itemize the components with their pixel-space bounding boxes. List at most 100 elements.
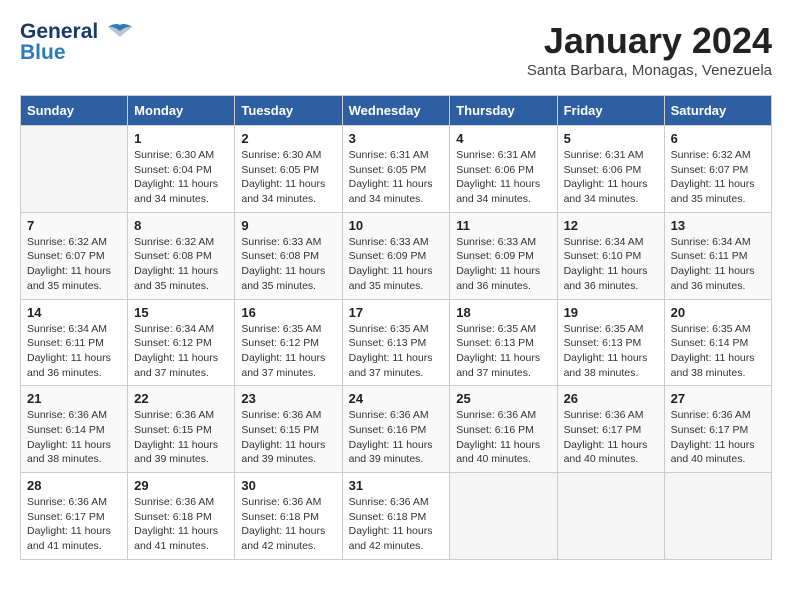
- day-cell: [450, 473, 557, 560]
- day-number: 22: [134, 391, 228, 406]
- day-info: Sunrise: 6:32 AM Sunset: 6:07 PM Dayligh…: [671, 148, 765, 207]
- day-cell: 21 Sunrise: 6:36 AM Sunset: 6:14 PM Dayli…: [21, 386, 128, 473]
- day-number: 31: [349, 478, 444, 493]
- day-info: Sunrise: 6:36 AM Sunset: 6:18 PM Dayligh…: [134, 495, 228, 554]
- day-number: 11: [456, 218, 550, 233]
- day-number: 25: [456, 391, 550, 406]
- day-number: 21: [27, 391, 121, 406]
- day-info: Sunrise: 6:31 AM Sunset: 6:06 PM Dayligh…: [456, 148, 550, 207]
- day-cell: 26Sunrise: 6:36 AM Sunset: 6:17 PM Dayli…: [557, 386, 664, 473]
- day-info: Sunrise: 6:34 AM Sunset: 6:12 PM Dayligh…: [134, 322, 228, 381]
- day-info: Sunrise: 6:30 AM Sunset: 6:04 PM Dayligh…: [134, 148, 228, 207]
- day-info: Sunrise: 6:34 AM Sunset: 6:11 PM Dayligh…: [671, 235, 765, 294]
- day-number: 5: [564, 131, 658, 146]
- day-number: 30: [241, 478, 335, 493]
- day-number: 8: [134, 218, 228, 233]
- day-cell: 6Sunrise: 6:32 AM Sunset: 6:07 PM Daylig…: [664, 126, 771, 213]
- header-saturday: Saturday: [664, 96, 771, 126]
- day-cell: 17 Sunrise: 6:35 AM Sunset: 6:13 PM Dayli…: [342, 299, 450, 386]
- day-cell: 27 Sunrise: 6:36 AM Sunset: 6:17 PM Dayli…: [664, 386, 771, 473]
- day-cell: 31 Sunrise: 6:36 AM Sunset: 6:18 PM Dayli…: [342, 473, 450, 560]
- day-cell: 16 Sunrise: 6:35 AM Sunset: 6:12 PM Dayli…: [235, 299, 342, 386]
- day-cell: 5 Sunrise: 6:31 AM Sunset: 6:06 PM Daylig…: [557, 126, 664, 213]
- day-cell: 7Sunrise: 6:32 AM Sunset: 6:07 PM Daylig…: [21, 212, 128, 299]
- bird-icon: [106, 23, 134, 41]
- day-info: Sunrise: 6:36 AM Sunset: 6:16 PM Dayligh…: [349, 408, 444, 467]
- day-info: Sunrise: 6:35 AM Sunset: 6:14 PM Dayligh…: [671, 322, 765, 381]
- day-info: Sunrise: 6:36 AM Sunset: 6:15 PM Dayligh…: [241, 408, 335, 467]
- day-cell: 18 Sunrise: 6:35 AM Sunset: 6:13 PM Dayli…: [450, 299, 557, 386]
- day-info: Sunrise: 6:31 AM Sunset: 6:06 PM Dayligh…: [564, 148, 658, 207]
- day-cell: 10 Sunrise: 6:33 AM Sunset: 6:09 PM Dayli…: [342, 212, 450, 299]
- day-cell: 20Sunrise: 6:35 AM Sunset: 6:14 PM Dayli…: [664, 299, 771, 386]
- day-cell: 15 Sunrise: 6:34 AM Sunset: 6:12 PM Dayli…: [128, 299, 235, 386]
- day-info: Sunrise: 6:35 AM Sunset: 6:12 PM Dayligh…: [241, 322, 335, 381]
- day-number: 1: [134, 131, 228, 146]
- day-info: Sunrise: 6:34 AM Sunset: 6:11 PM Dayligh…: [27, 322, 121, 381]
- day-number: 12: [564, 218, 658, 233]
- day-cell: 12 Sunrise: 6:34 AM Sunset: 6:10 PM Dayli…: [557, 212, 664, 299]
- header-wednesday: Wednesday: [342, 96, 450, 126]
- day-cell: 13 Sunrise: 6:34 AM Sunset: 6:11 PM Dayli…: [664, 212, 771, 299]
- day-info: Sunrise: 6:36 AM Sunset: 6:16 PM Dayligh…: [456, 408, 550, 467]
- day-cell: 11 Sunrise: 6:33 AM Sunset: 6:09 PM Dayli…: [450, 212, 557, 299]
- week-row-1: 1 Sunrise: 6:30 AM Sunset: 6:04 PM Daylig…: [21, 126, 772, 213]
- day-info: Sunrise: 6:35 AM Sunset: 6:13 PM Dayligh…: [349, 322, 444, 381]
- day-number: 13: [671, 218, 765, 233]
- day-number: 19: [564, 305, 658, 320]
- day-info: Sunrise: 6:35 AM Sunset: 6:13 PM Dayligh…: [564, 322, 658, 381]
- day-info: Sunrise: 6:33 AM Sunset: 6:08 PM Dayligh…: [241, 235, 335, 294]
- logo-text: General: [20, 20, 134, 43]
- day-cell: [21, 126, 128, 213]
- day-number: 15: [134, 305, 228, 320]
- day-info: Sunrise: 6:32 AM Sunset: 6:07 PM Dayligh…: [27, 235, 121, 294]
- day-info: Sunrise: 6:36 AM Sunset: 6:17 PM Dayligh…: [671, 408, 765, 467]
- day-cell: 1 Sunrise: 6:30 AM Sunset: 6:04 PM Daylig…: [128, 126, 235, 213]
- week-row-4: 21 Sunrise: 6:36 AM Sunset: 6:14 PM Dayli…: [21, 386, 772, 473]
- location-subtitle: Santa Barbara, Monagas, Venezuela: [527, 62, 772, 79]
- week-row-3: 14 Sunrise: 6:34 AM Sunset: 6:11 PM Dayli…: [21, 299, 772, 386]
- title-section: January 2024 Santa Barbara, Monagas, Ven…: [527, 20, 772, 79]
- day-number: 3: [349, 131, 444, 146]
- header-monday: Monday: [128, 96, 235, 126]
- day-info: Sunrise: 6:36 AM Sunset: 6:17 PM Dayligh…: [27, 495, 121, 554]
- day-cell: 25 Sunrise: 6:36 AM Sunset: 6:16 PM Dayli…: [450, 386, 557, 473]
- day-info: Sunrise: 6:36 AM Sunset: 6:15 PM Dayligh…: [134, 408, 228, 467]
- day-cell: 22 Sunrise: 6:36 AM Sunset: 6:15 PM Dayli…: [128, 386, 235, 473]
- calendar-header-row: SundayMondayTuesdayWednesdayThursdayFrid…: [21, 96, 772, 126]
- day-cell: 29Sunrise: 6:36 AM Sunset: 6:18 PM Dayli…: [128, 473, 235, 560]
- header-friday: Friday: [557, 96, 664, 126]
- day-cell: 23 Sunrise: 6:36 AM Sunset: 6:15 PM Dayli…: [235, 386, 342, 473]
- day-number: 4: [456, 131, 550, 146]
- day-number: 23: [241, 391, 335, 406]
- day-info: Sunrise: 6:34 AM Sunset: 6:10 PM Dayligh…: [564, 235, 658, 294]
- day-cell: 30 Sunrise: 6:36 AM Sunset: 6:18 PM Dayli…: [235, 473, 342, 560]
- day-cell: 19 Sunrise: 6:35 AM Sunset: 6:13 PM Dayli…: [557, 299, 664, 386]
- day-cell: 8Sunrise: 6:32 AM Sunset: 6:08 PM Daylig…: [128, 212, 235, 299]
- day-cell: 14 Sunrise: 6:34 AM Sunset: 6:11 PM Dayli…: [21, 299, 128, 386]
- day-info: Sunrise: 6:35 AM Sunset: 6:13 PM Dayligh…: [456, 322, 550, 381]
- day-info: Sunrise: 6:36 AM Sunset: 6:18 PM Dayligh…: [241, 495, 335, 554]
- day-number: 2: [241, 131, 335, 146]
- day-info: Sunrise: 6:33 AM Sunset: 6:09 PM Dayligh…: [456, 235, 550, 294]
- logo-blue-text: Blue: [20, 41, 134, 64]
- day-number: 28: [27, 478, 121, 493]
- day-info: Sunrise: 6:36 AM Sunset: 6:14 PM Dayligh…: [27, 408, 121, 467]
- day-number: 10: [349, 218, 444, 233]
- day-info: Sunrise: 6:31 AM Sunset: 6:05 PM Dayligh…: [349, 148, 444, 207]
- header-tuesday: Tuesday: [235, 96, 342, 126]
- day-number: 16: [241, 305, 335, 320]
- day-number: 27: [671, 391, 765, 406]
- page-header: General Blue January 2024 Santa Barbara,…: [20, 20, 772, 79]
- day-cell: [557, 473, 664, 560]
- day-info: Sunrise: 6:36 AM Sunset: 6:18 PM Dayligh…: [349, 495, 444, 554]
- header-sunday: Sunday: [21, 96, 128, 126]
- day-cell: 24Sunrise: 6:36 AM Sunset: 6:16 PM Dayli…: [342, 386, 450, 473]
- day-number: 26: [564, 391, 658, 406]
- day-number: 18: [456, 305, 550, 320]
- day-number: 17: [349, 305, 444, 320]
- day-cell: 9Sunrise: 6:33 AM Sunset: 6:08 PM Daylig…: [235, 212, 342, 299]
- week-row-5: 28 Sunrise: 6:36 AM Sunset: 6:17 PM Dayli…: [21, 473, 772, 560]
- day-info: Sunrise: 6:33 AM Sunset: 6:09 PM Dayligh…: [349, 235, 444, 294]
- day-number: 14: [27, 305, 121, 320]
